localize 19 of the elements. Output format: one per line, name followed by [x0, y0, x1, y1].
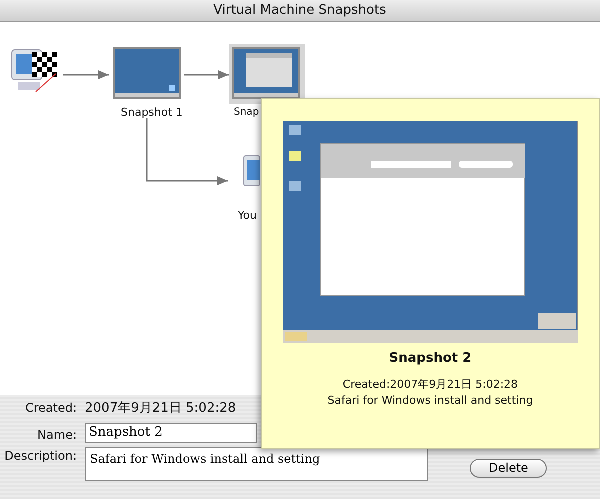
snapshot-node[interactable]	[229, 44, 305, 104]
tooltip-title: Snapshot 2	[389, 350, 472, 368]
connector-arrow	[184, 70, 229, 80]
field-label: Description:	[4, 448, 77, 464]
node-label: You	[238, 208, 257, 224]
desktop-thumbnail	[113, 47, 181, 99]
field-label: Name:	[36, 426, 77, 444]
name-field[interactable]: Snapshot 2	[85, 422, 257, 442]
snapshot-label: Snap	[234, 106, 260, 120]
desktop-thumbnail	[232, 47, 300, 99]
created-value: 2007年9月21日 5:02:28	[85, 400, 236, 418]
window-title: Virtual Machine Snapshots	[0, 0, 600, 22]
delete-button[interactable]: Delete	[470, 458, 548, 478]
field-label: Created:	[24, 400, 77, 417]
connector-arrow	[63, 70, 109, 80]
tooltip-description: Safari for Windows install and setting	[328, 393, 534, 409]
tooltip-created: Created:2007年9月21日 5:02:28	[342, 376, 518, 392]
description-field[interactable]: Safari for Windows install and setting	[85, 446, 428, 480]
snapshot-label: Snapshot 1	[121, 105, 183, 121]
